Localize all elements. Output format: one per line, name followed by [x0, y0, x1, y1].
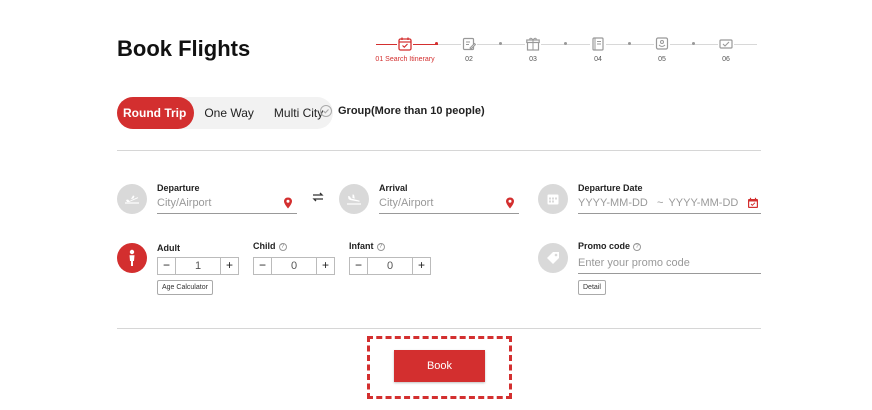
trip-type-tabs: Round Trip One Way Multi City	[117, 97, 334, 129]
step-05[interactable]: 05	[629, 35, 695, 63]
departure-placeholder: City/Airport	[157, 197, 212, 209]
booking-stepper: 01 Search Itinerary 02 03 04 05 06	[372, 35, 757, 69]
infant-label: Infant	[349, 241, 374, 251]
departure-date-label: Departure Date	[578, 183, 643, 193]
infant-label-row: Infant?	[349, 241, 385, 251]
adult-minus-button[interactable]: −	[158, 258, 176, 274]
date-separator: ~	[656, 197, 664, 209]
step-search-itinerary[interactable]: 01 Search Itinerary	[372, 35, 438, 63]
tab-one-way[interactable]: One Way	[194, 97, 264, 129]
divider-bottom	[117, 328, 761, 329]
check-icon	[320, 105, 332, 117]
card-icon	[718, 36, 734, 52]
child-label: Child	[253, 241, 276, 251]
calendar-icon	[538, 184, 568, 214]
promo-label-row: Promo code?	[578, 241, 642, 251]
child-label-row: Child?	[253, 241, 287, 251]
step-label: 03	[529, 56, 537, 63]
departure-label: Departure	[157, 183, 200, 193]
promo-input[interactable]: Enter your promo code	[578, 254, 761, 274]
end-date-placeholder: YYYY-MM-DD	[668, 197, 739, 209]
group-checkbox[interactable]: Group(More than 10 people)	[320, 105, 485, 117]
divider-top	[117, 150, 761, 151]
step-label: 04	[594, 56, 602, 63]
step-label: 01 Search Itinerary	[375, 56, 435, 63]
departure-date-input[interactable]: YYYY-MM-DD ~ YYYY-MM-DD	[578, 194, 761, 214]
step-03[interactable]: 03	[500, 35, 566, 63]
calendar-check-icon[interactable]	[747, 197, 759, 215]
swap-icon[interactable]	[310, 189, 326, 205]
step-04[interactable]: 04	[565, 35, 631, 63]
help-icon[interactable]: ?	[376, 243, 385, 251]
step-label: 05	[658, 56, 666, 63]
page-title: Book Flights	[117, 36, 251, 61]
child-minus-button[interactable]: −	[254, 258, 272, 274]
infant-minus-button[interactable]: −	[350, 258, 368, 274]
help-icon[interactable]: ?	[278, 243, 287, 251]
promo-detail-button[interactable]: Detail	[578, 280, 606, 295]
book-button[interactable]: Book	[394, 350, 485, 382]
plane-landing-icon	[339, 184, 369, 214]
child-value[interactable]: 0	[272, 260, 316, 272]
departure-input[interactable]: City/Airport	[157, 194, 297, 214]
adult-value[interactable]: 1	[176, 260, 220, 272]
child-stepper: − 0 +	[253, 257, 335, 275]
step-label: 02	[465, 56, 473, 63]
calendar-icon	[397, 36, 413, 52]
step-label: 06	[722, 56, 730, 63]
infant-stepper: − 0 +	[349, 257, 431, 275]
infant-plus-button[interactable]: +	[412, 258, 430, 274]
book-icon	[590, 36, 606, 52]
gift-icon	[525, 36, 541, 52]
location-pin-icon	[505, 197, 515, 215]
child-plus-button[interactable]: +	[316, 258, 334, 274]
edit-icon	[461, 36, 477, 52]
help-icon[interactable]: ?	[633, 243, 642, 251]
promo-label: Promo code	[578, 241, 631, 251]
start-date-placeholder: YYYY-MM-DD	[578, 197, 648, 209]
infant-value[interactable]: 0	[368, 260, 412, 272]
group-label: Group(More than 10 people)	[338, 105, 485, 117]
plane-takeoff-icon	[117, 184, 147, 214]
adult-label: Adult	[157, 243, 180, 253]
seat-icon	[654, 36, 670, 52]
arrival-placeholder: City/Airport	[379, 197, 434, 209]
person-icon	[117, 243, 147, 273]
age-calculator-button[interactable]: Age Calculator	[157, 280, 213, 295]
location-pin-icon	[283, 197, 293, 215]
adult-plus-button[interactable]: +	[220, 258, 238, 274]
step-06[interactable]: 06	[693, 35, 759, 63]
promo-placeholder: Enter your promo code	[578, 257, 690, 269]
arrival-label: Arrival	[379, 183, 408, 193]
step-02[interactable]: 02	[436, 35, 502, 63]
tag-icon	[538, 243, 568, 273]
arrival-input[interactable]: City/Airport	[379, 194, 519, 214]
tab-round-trip[interactable]: Round Trip	[117, 97, 195, 129]
adult-stepper: − 1 +	[157, 257, 239, 275]
